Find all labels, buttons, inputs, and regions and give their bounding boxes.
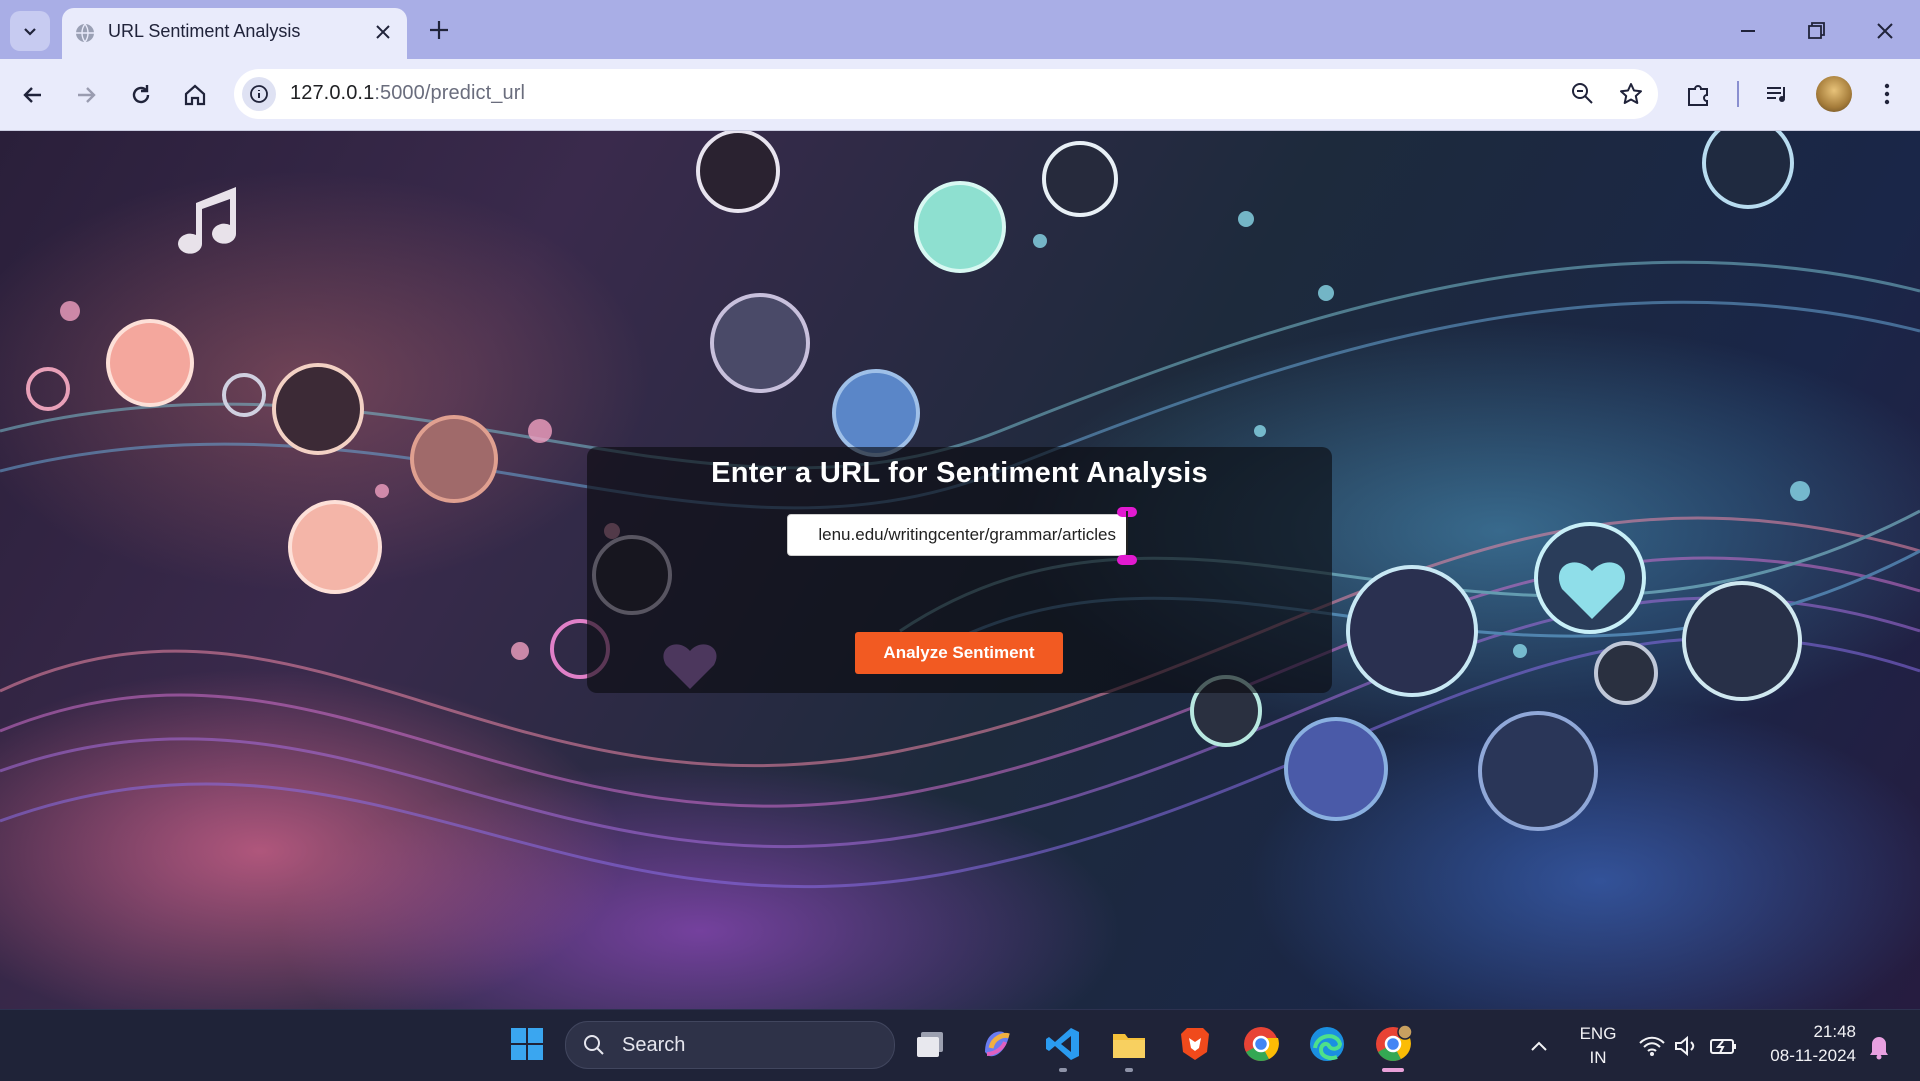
forward-arrow-icon[interactable] [68, 77, 104, 113]
analyze-sentiment-button[interactable]: Analyze Sentiment [855, 632, 1063, 674]
language-region: IN [1589, 1048, 1607, 1067]
task-view-icon[interactable] [911, 1024, 951, 1064]
vscode-running-indicator [1059, 1068, 1067, 1072]
windows-start-icon[interactable] [507, 1024, 547, 1064]
explorer-running-indicator [1125, 1068, 1133, 1072]
globe-icon [76, 23, 94, 43]
more-menu-icon[interactable] [1870, 77, 1904, 111]
restore-icon[interactable] [1799, 14, 1833, 48]
copilot-icon[interactable] [977, 1024, 1017, 1064]
file-explorer-icon[interactable] [1109, 1024, 1149, 1064]
profile-avatar[interactable] [1816, 76, 1852, 112]
language-indicator[interactable]: ENG IN [1575, 1024, 1621, 1068]
chrome-profile-icon[interactable] [1373, 1024, 1413, 1064]
language-code: ENG [1579, 1024, 1617, 1043]
url-text: 127.0.0.1:5000/predict_url [290, 82, 525, 105]
reload-icon[interactable] [123, 77, 159, 113]
battery-charging-icon[interactable] [1709, 1034, 1739, 1058]
toolbar-separator [1737, 81, 1739, 107]
new-tab-icon[interactable] [424, 15, 454, 45]
wifi-icon[interactable] [1638, 1034, 1666, 1058]
clock[interactable]: 21:48 08-11-2024 [1756, 1022, 1856, 1066]
taskbar-search[interactable]: Search [565, 1021, 895, 1069]
chevron-up-icon[interactable] [1527, 1036, 1551, 1056]
chrome-icon[interactable] [1241, 1024, 1281, 1064]
chevron-down-icon [24, 28, 36, 36]
url-input[interactable] [787, 514, 1127, 556]
close-icon[interactable] [371, 20, 395, 44]
home-icon[interactable] [177, 77, 213, 113]
extensions-puzzle-icon[interactable] [1681, 77, 1715, 111]
minimize-icon[interactable] [1731, 14, 1765, 48]
info-icon [250, 85, 268, 103]
edge-icon[interactable] [1307, 1024, 1347, 1064]
clock-time: 21:48 [1813, 1022, 1856, 1041]
tab-strip: URL Sentiment Analysis [0, 0, 1920, 59]
brave-browser-icon[interactable] [1175, 1024, 1215, 1064]
tab-search-button[interactable] [10, 11, 50, 51]
text-caret [1126, 511, 1128, 559]
browser-toolbar: 127.0.0.1:5000/predict_url [0, 59, 1920, 131]
page-title: Enter a URL for Sentiment Analysis [711, 457, 1208, 489]
tab-title: URL Sentiment Analysis [108, 21, 301, 41]
site-info-button[interactable] [242, 77, 276, 111]
bookmark-star-icon[interactable] [1614, 77, 1648, 111]
tab-url-sentiment-analysis[interactable]: URL Sentiment Analysis [62, 8, 407, 59]
url-path: :5000/predict_url [374, 82, 525, 104]
url-host: 127.0.0.1 [290, 82, 375, 104]
clock-date: 08-11-2024 [1770, 1046, 1856, 1065]
search-icon [584, 1035, 604, 1055]
volume-icon[interactable] [1673, 1034, 1699, 1058]
page-content: Enter a URL for Sentiment Analysis Analy… [0, 131, 1920, 1009]
chrome-active-indicator [1382, 1068, 1404, 1072]
address-bar[interactable]: 127.0.0.1:5000/predict_url [234, 69, 1658, 119]
zoom-icon[interactable] [1566, 77, 1600, 111]
sentiment-form-card: Enter a URL for Sentiment Analysis Analy… [587, 447, 1332, 693]
media-control-icon[interactable] [1760, 77, 1794, 111]
text-caret-bottom-handle [1117, 555, 1137, 565]
vscode-icon[interactable] [1043, 1024, 1083, 1064]
taskbar: Search ENG IN 21:48 08-11-2024 [0, 1009, 1920, 1081]
back-arrow-icon[interactable] [15, 77, 51, 113]
close-window-icon[interactable] [1868, 14, 1902, 48]
notification-bell-icon[interactable] [1866, 1032, 1892, 1060]
search-placeholder: Search [622, 1034, 686, 1056]
